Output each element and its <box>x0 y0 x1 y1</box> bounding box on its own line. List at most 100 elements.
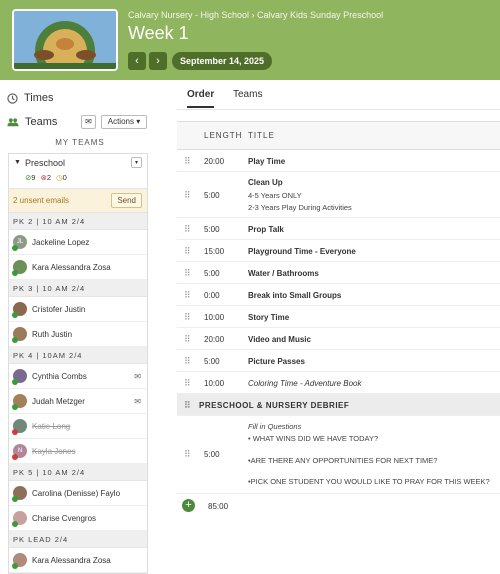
team-menu-button[interactable]: ▾ <box>131 157 142 168</box>
confirmed-count: 9 <box>31 173 36 182</box>
length-column-header: LENGTH <box>204 131 243 140</box>
team-member-row[interactable]: JL Jackeline Lopez <box>9 230 147 255</box>
status-check-icon <box>12 429 18 435</box>
status-check-icon <box>12 312 18 318</box>
drag-handle-icon[interactable]: ⠿ <box>184 356 191 367</box>
item-length: 5:00 <box>204 269 220 278</box>
team-header[interactable]: ▼ Preschool ▾ ⊘9 ⊗2 ◷0 <box>9 154 147 189</box>
sidebar-item-times[interactable]: Times <box>7 92 54 104</box>
drag-handle-icon[interactable]: ⠿ <box>184 400 191 411</box>
order-item-row[interactable]: ⠿ 15:00 Playground Time - Everyone <box>177 240 500 262</box>
team-name: Preschool <box>25 158 66 168</box>
order-item-row[interactable]: ⠿ 10:00 Coloring Time - Adventure Book <box>177 372 500 394</box>
team-member-row[interactable]: Cristofer Justin <box>9 297 147 322</box>
team-member-name: Kara Alessandra Zosa <box>32 263 111 272</box>
sidebar-item-label: Teams <box>25 116 58 128</box>
order-item-row[interactable]: ⠿ 10:00 Story Time <box>177 306 500 328</box>
item-length: 10:00 <box>204 379 225 388</box>
status-check-icon <box>12 337 18 343</box>
team-member-row[interactable]: Charise Cvengros <box>9 506 147 531</box>
item-length: 20:00 <box>204 335 225 344</box>
item-title: Play Time <box>248 157 286 166</box>
drag-handle-icon[interactable]: ⠿ <box>184 312 191 323</box>
drag-handle-icon[interactable]: ⠿ <box>184 378 191 389</box>
order-item-row[interactable]: ⠿ 5:00 Water / Bathrooms <box>177 262 500 284</box>
team-member-row[interactable]: Carolina (Denisse) Faylo <box>9 481 147 506</box>
section-header-row[interactable]: ⠿ PRESCHOOL & NURSERY DEBRIEF <box>177 394 500 416</box>
sidebar-item-teams[interactable]: Teams <box>7 116 57 128</box>
drag-handle-icon[interactable]: ⠿ <box>184 246 191 257</box>
drag-handle-icon[interactable]: ⠿ <box>184 449 191 460</box>
drag-handle-icon[interactable]: ⠿ <box>184 190 191 201</box>
drag-handle-icon[interactable]: ⠿ <box>184 156 191 167</box>
order-item-row[interactable]: ⠿ 5:00 Clean Up 4-5 Years ONLY 2-3 Years Pla… <box>177 172 500 218</box>
item-title: Fill in Questions <box>248 422 302 431</box>
status-check-icon <box>12 563 18 569</box>
clock-icon <box>7 92 18 104</box>
team-member-row[interactable]: Katie Long <box>9 414 147 439</box>
team-member-row[interactable]: Ruth Justin <box>9 322 147 347</box>
item-title: Coloring Time - Adventure Book <box>248 379 362 388</box>
add-item-plus-icon[interactable]: + <box>182 499 195 512</box>
team-groups: PK 2 | 10 AM 2/4 JL Jackeline Lopez Kara Al… <box>9 213 147 573</box>
order-item-row[interactable]: ⠿ 5:00 Picture Passes <box>177 350 500 372</box>
section-title: PRESCHOOL & NURSERY DEBRIEF <box>199 401 350 410</box>
status-check-icon <box>12 521 18 527</box>
group-heading: PK 5 | 10 AM 2/4 <box>9 464 147 481</box>
item-length: 5:00 <box>204 191 220 200</box>
sidebar-item-label: Times <box>24 92 54 104</box>
team-status-counts: ⊘9 ⊗2 ◷0 <box>25 173 67 182</box>
unsent-emails-bar: 2 unsent emails Send <box>9 189 147 213</box>
my-teams-heading: MY TEAMS <box>55 138 105 147</box>
drag-handle-icon[interactable]: ⠿ <box>184 290 191 301</box>
group-heading: PK 4 | 10AM 2/4 <box>9 347 147 364</box>
drag-handle-icon[interactable]: ⠿ <box>184 224 191 235</box>
order-item-row[interactable]: ⠿ 20:00 Play Time <box>177 150 500 172</box>
status-check-icon <box>12 496 18 502</box>
table-header: LENGTH TITLE <box>177 122 500 150</box>
email-teams-button[interactable]: ✉ <box>81 115 96 129</box>
envelope-icon[interactable]: ✉ <box>134 372 141 381</box>
table-body: ⠿ 20:00 Play Time ⠿ 5:00 Clean Up 4-5 Years ON… <box>177 150 500 518</box>
team-member-name: Ruth Justin <box>32 330 73 339</box>
tab-teams[interactable]: Teams <box>233 89 262 100</box>
item-note: •ARE THERE ANY OPPORTUNITIES FOR NEXT TI… <box>248 456 438 465</box>
previous-week-button[interactable]: ‹ <box>128 52 146 70</box>
caret-down-icon: ▾ <box>136 117 141 126</box>
team-member-row[interactable]: Kara Alessandra Zosa <box>9 548 147 573</box>
next-week-button[interactable]: › <box>149 52 167 70</box>
series-artwork-image <box>12 9 118 71</box>
item-title: Clean Up <box>248 178 283 187</box>
team-member-name: Cynthia Combs <box>32 372 87 381</box>
item-length: 5:00 <box>204 357 220 366</box>
actions-dropdown[interactable]: Actions ▾ <box>101 115 147 129</box>
item-length: 15:00 <box>204 247 225 256</box>
actions-label: Actions <box>107 117 134 126</box>
plan-tabs: Order Teams <box>177 80 500 110</box>
team-member-name: Cristofer Justin <box>32 305 86 314</box>
send-emails-button[interactable]: Send <box>111 193 142 208</box>
tab-order[interactable]: Order <box>187 89 215 108</box>
team-member-name: Charise Cvengros <box>32 514 97 523</box>
item-title: Water / Bathrooms <box>248 269 319 278</box>
total-length: 85:00 <box>208 502 229 511</box>
order-item-row[interactable]: ⠿ 5:00 Fill in Questions • WHAT WINS DID WE… <box>177 416 500 494</box>
item-title: Picture Passes <box>248 357 305 366</box>
sidebar: Times Teams ✉ Actions ▾ MY TEAMS ▼ Presc… <box>0 80 160 574</box>
order-item-row[interactable]: ⠿ 0:00 Break into Small Groups <box>177 284 500 306</box>
order-item-row[interactable]: ⠿ 20:00 Video and Music <box>177 328 500 350</box>
team-member-row[interactable]: N Kayla Jones <box>9 439 147 464</box>
people-icon <box>7 118 19 127</box>
drag-handle-icon[interactable]: ⠿ <box>184 268 191 279</box>
breadcrumb[interactable]: Calvary Nursery - High School › Calvary … <box>128 10 383 20</box>
envelope-icon[interactable]: ✉ <box>134 397 141 406</box>
status-check-icon <box>12 379 18 385</box>
date-selector[interactable]: September 14, 2025 <box>172 52 273 70</box>
team-member-row[interactable]: Cynthia Combs ✉ <box>9 364 147 389</box>
order-item-row[interactable]: ⠿ 5:00 Prop Talk <box>177 218 500 240</box>
drag-handle-icon[interactable]: ⠿ <box>184 334 191 345</box>
item-note: 2-3 Years Play During Activities <box>248 203 352 212</box>
team-member-row[interactable]: Judah Metzger ✉ <box>9 389 147 414</box>
envelope-icon: ✉ <box>85 117 92 126</box>
team-member-row[interactable]: Kara Alessandra Zosa <box>9 255 147 280</box>
